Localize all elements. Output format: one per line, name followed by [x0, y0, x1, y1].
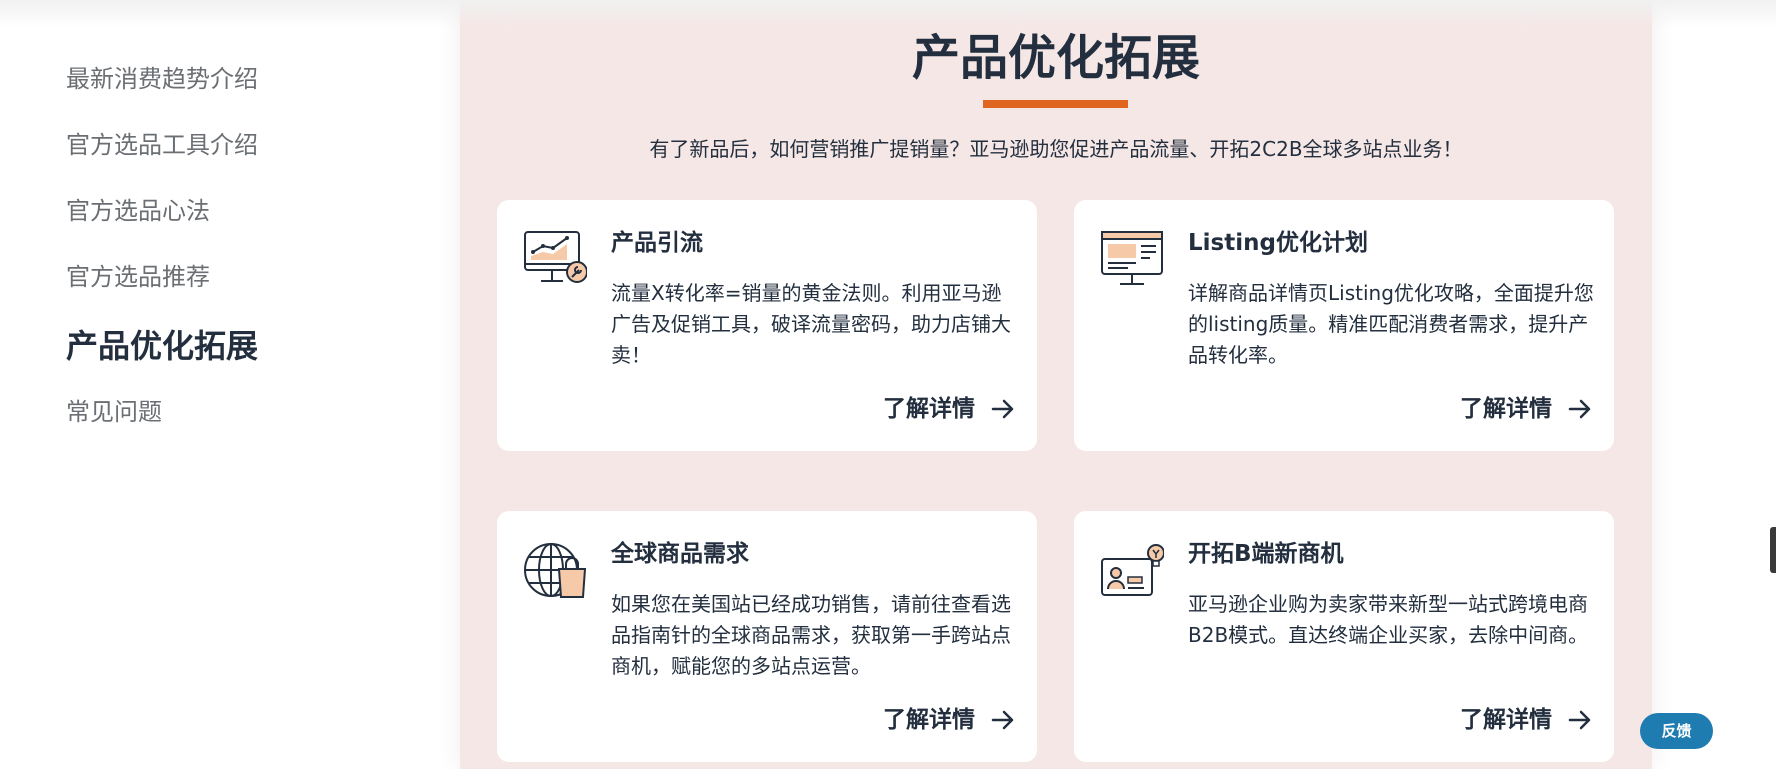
card-description: 如果您在美国站已经成功销售，请前往查看选品指南针的全球商品需求，获取第一手跨站点… [611, 592, 1011, 678]
sidebar-item-faq[interactable]: 常见问题 [66, 400, 162, 424]
card-title: 开拓B端新商机 [1188, 541, 1344, 567]
sidebar-item-consumer-trends[interactable]: 最新消费趋势介绍 [66, 67, 258, 91]
sidebar-item-selection-method[interactable]: 官方选品心法 [66, 199, 210, 223]
learn-more-link[interactable]: 了解详情 [883, 394, 1015, 424]
business-card-lightbulb-icon [1100, 541, 1165, 599]
card-product-traffic: 产品引流 流量X转化率=销量的黄金法则。利用亚马逊广告及促销工具，破译流量密码，… [497, 200, 1037, 451]
heading-underline [983, 100, 1128, 108]
arrow-right-icon [991, 710, 1014, 730]
card-global-demand: 全球商品需求 如果您在美国站已经成功销售，请前往查看选品指南针的全球商品需求，获… [497, 511, 1037, 762]
sidebar-item-selection-recommend[interactable]: 官方选品推荐 [66, 265, 210, 289]
learn-more-label: 了解详情 [1460, 707, 1552, 733]
learn-more-link[interactable]: 了解详情 [1460, 705, 1592, 735]
arrow-right-icon [1568, 710, 1591, 730]
section-heading: 产品优化拓展 [911, 30, 1200, 86]
arrow-right-icon [991, 399, 1014, 419]
card-listing-optimization: Listing优化计划 详解商品详情页Listing优化攻略，全面提升您的lis… [1074, 200, 1614, 451]
sidebar: 最新消费趋势介绍 官方选品工具介绍 官方选品心法 官方选品推荐 产品优化拓展 常… [0, 0, 460, 769]
learn-more-label: 了解详情 [883, 396, 975, 422]
card-description: 详解商品详情页Listing优化攻略，全面提升您的listing质量。精准匹配消… [1188, 281, 1594, 367]
card-title: Listing优化计划 [1188, 230, 1368, 256]
card-description: 流量X转化率=销量的黄金法则。利用亚马逊广告及促销工具，破译流量密码，助力店铺大… [611, 281, 1011, 367]
card-description: 亚马逊企业购为卖家带来新型一站式跨境电商B2B模式。直达终端企业买家，去除中间商… [1188, 592, 1589, 647]
arrow-right-icon [1568, 399, 1591, 419]
section-subtitle: 有了新品后，如何营销推广提销量？亚马逊助您促进产品流量、开拓2C2B全球多站点业… [649, 137, 1463, 161]
side-scroll-tab[interactable] [1770, 527, 1776, 573]
learn-more-link[interactable]: 了解详情 [1460, 394, 1592, 424]
monitor-layout-icon [1100, 230, 1164, 288]
learn-more-label: 了解详情 [1460, 396, 1552, 422]
feedback-button[interactable]: 反馈 [1640, 713, 1713, 749]
card-title: 全球商品需求 [611, 541, 749, 567]
learn-more-label: 了解详情 [883, 707, 975, 733]
sidebar-item-product-optimization[interactable]: 产品优化拓展 [66, 330, 258, 362]
main-panel: 产品优化拓展 有了新品后，如何营销推广提销量？亚马逊助您促进产品流量、开拓2C2… [460, 0, 1652, 769]
card-title: 产品引流 [611, 230, 703, 256]
card-b2b-opportunity: 开拓B端新商机 亚马逊企业购为卖家带来新型一站式跨境电商B2B模式。直达终端企业… [1074, 511, 1614, 762]
sidebar-item-selection-tools[interactable]: 官方选品工具介绍 [66, 133, 258, 157]
top-shadow [0, 0, 1776, 28]
learn-more-link[interactable]: 了解详情 [883, 705, 1015, 735]
globe-shopping-bag-icon [523, 541, 587, 599]
monitor-chart-wrench-icon [523, 230, 588, 288]
